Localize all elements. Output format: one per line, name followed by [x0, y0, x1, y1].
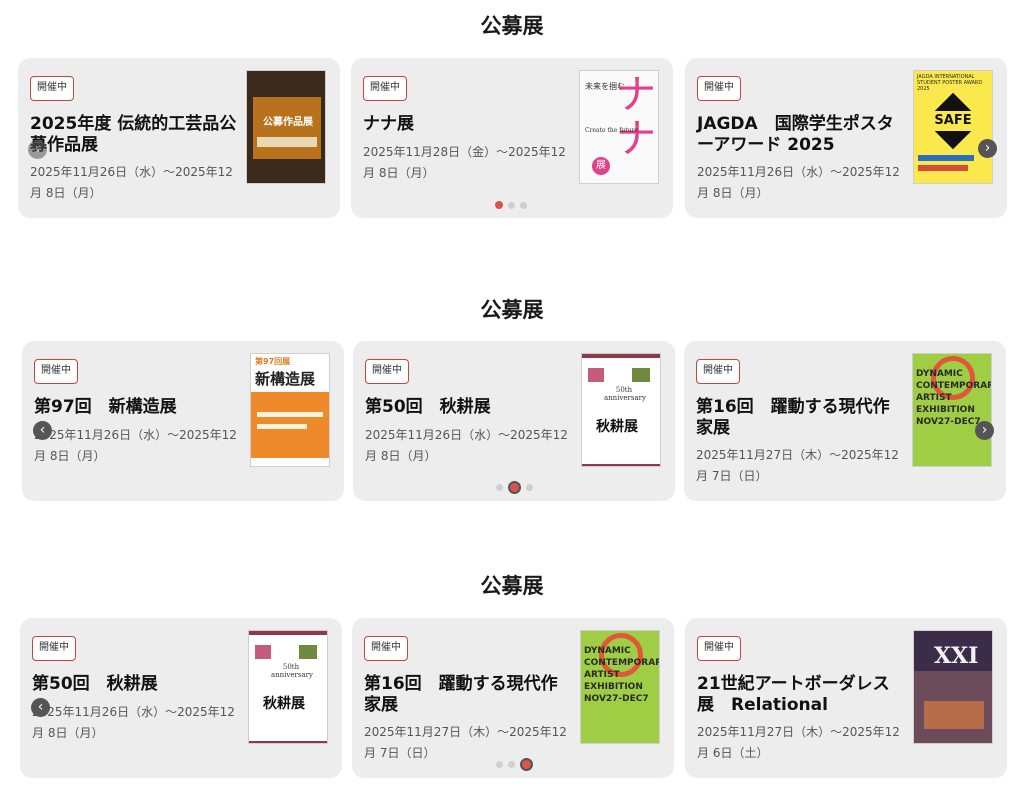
carousel-dot[interactable]: [508, 480, 521, 494]
status-badge: 開催中: [697, 636, 741, 661]
card-title: ナナ展: [363, 114, 414, 134]
card-date: 2025年11月28日（金）～2025年12月 8日（月）: [363, 145, 566, 180]
prev-slide-button[interactable]: ‹: [28, 140, 47, 159]
card-date: 2025年11月27日（木）～2025年12月 7日（日）: [696, 448, 899, 483]
card-title: 第16回 躍動する現代作家展: [364, 674, 558, 715]
card-title: 2025年度 伝統的工芸品公募作品展: [30, 114, 237, 155]
card-title: 第16回 躍動する現代作家展: [696, 397, 890, 438]
section-title: 公募展: [480, 574, 544, 598]
poster-image: JAGDA INTERNATIONAL STUDENT POSTER AWARD…: [913, 70, 993, 184]
status-badge: 開催中: [364, 636, 408, 661]
status-badge: 開催中: [696, 359, 740, 384]
exhibition-card[interactable]: 開催中 第50回 秋耕展 2025年11月26日（水）～2025年12月 8日（…: [353, 341, 675, 501]
poster-image: 未来を掴む ナナ Create the future 展: [579, 70, 659, 184]
prev-slide-button[interactable]: ‹: [31, 698, 50, 717]
exhibition-card[interactable]: 開催中 JAGDA 国際学生ポスターアワード 2025 2025年11月26日（…: [685, 58, 1007, 218]
card-title: 第50回 秋耕展: [365, 397, 491, 417]
card-date: 2025年11月27日（木）～2025年12月 7日（日）: [364, 725, 567, 760]
carousel-dot[interactable]: [508, 760, 515, 768]
exhibition-card[interactable]: 開催中 2025年度 伝統的工芸品公募作品展 2025年11月26日（水）～20…: [18, 58, 340, 218]
poster-image: DYNAMIC CONTEMPORARY ARTIST EXHIBITION NOV27…: [580, 630, 660, 744]
carousel-dot[interactable]: [508, 201, 515, 209]
poster-image: XXI: [913, 630, 993, 744]
prev-slide-button[interactable]: ‹: [33, 421, 52, 440]
card-date: 2025年11月27日（木）～2025年12月 6日（土）: [697, 725, 900, 760]
card-title: JAGDA 国際学生ポスターアワード 2025: [697, 114, 894, 155]
carousel-dot[interactable]: [495, 201, 503, 209]
poster-image: 50th anniversary 秋耕展: [248, 630, 328, 744]
card-date: 2025年11月26日（水）～2025年12月 8日（月）: [697, 165, 900, 200]
next-slide-button[interactable]: ›: [978, 139, 997, 158]
card-date: 2025年11月26日（水）～2025年12月 8日（月）: [365, 428, 568, 463]
status-badge: 開催中: [30, 76, 74, 101]
exhibition-card[interactable]: 開催中 ナナ展 2025年11月28日（金）～2025年12月 8日（月） 未来…: [351, 58, 673, 218]
carousel-dot[interactable]: [526, 483, 533, 491]
exhibition-card[interactable]: 開催中 第50回 秋耕展 2025年11月26日（水）～2025年12月 8日（…: [20, 618, 342, 778]
status-badge: 開催中: [365, 359, 409, 384]
card-title: 21世紀アートボーダレス展 Relational: [697, 674, 890, 715]
poster-text: DYNAMIC CONTEMPORARY ARTIST EXHIBITION NOV27…: [584, 646, 660, 704]
status-badge: 開催中: [697, 76, 741, 101]
card-date: 2025年11月26日（水）～2025年12月 8日（月）: [32, 705, 235, 740]
carousel-dot[interactable]: [496, 483, 503, 491]
exhibition-card[interactable]: 開催中 21世紀アートボーダレス展 Relational 2025年11月27日…: [685, 618, 1007, 778]
chevron-right-icon: ›: [981, 422, 988, 438]
poster-image: 第97回展 新構造展: [250, 353, 330, 467]
carousel-dot[interactable]: [496, 760, 503, 768]
chevron-left-icon: ‹: [34, 141, 41, 157]
carousel-dots: [495, 198, 527, 212]
chevron-left-icon: ‹: [39, 422, 46, 438]
status-badge: 開催中: [32, 636, 76, 661]
carousel-dots: [496, 480, 533, 494]
poster-image: 公募作品展: [246, 70, 326, 184]
poster-image: 50th anniversary 秋耕展: [581, 353, 661, 467]
exhibition-card[interactable]: 開催中 第16回 躍動する現代作家展 2025年11月27日（木）～2025年1…: [684, 341, 1006, 501]
status-badge: 開催中: [363, 76, 407, 101]
card-date: 2025年11月26日（水）～2025年12月 8日（月）: [34, 428, 237, 463]
section-title: 公募展: [480, 14, 544, 38]
card-title: 第50回 秋耕展: [32, 674, 158, 694]
status-badge: 開催中: [34, 359, 78, 384]
poster-text: DYNAMIC CONTEMPORARY ARTIST EXHIBITION NOV27…: [916, 369, 992, 427]
exhibition-card[interactable]: 開催中 第16回 躍動する現代作家展 2025年11月27日（木）～2025年1…: [352, 618, 674, 778]
carousel-dots: [496, 757, 533, 771]
next-slide-button[interactable]: ›: [975, 421, 994, 440]
poster-image: DYNAMIC CONTEMPORARY ARTIST EXHIBITION NOV27…: [912, 353, 992, 467]
chevron-right-icon: ›: [984, 140, 991, 156]
carousel-dot[interactable]: [520, 757, 533, 771]
exhibition-card[interactable]: 開催中 第97回 新構造展 2025年11月26日（水）～2025年12月 8日…: [22, 341, 344, 501]
card-title: 第97回 新構造展: [34, 397, 177, 417]
chevron-left-icon: ‹: [37, 699, 44, 715]
carousel-dot[interactable]: [520, 201, 527, 209]
card-date: 2025年11月26日（水）～2025年12月 8日（月）: [30, 165, 233, 200]
section-title: 公募展: [480, 298, 544, 322]
